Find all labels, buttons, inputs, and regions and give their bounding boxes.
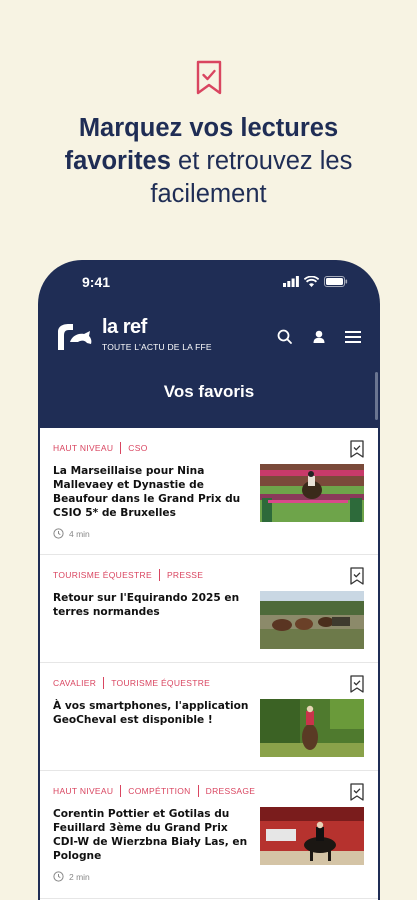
category-tag[interactable]: HAUT NIVEAU bbox=[53, 786, 113, 796]
list-item[interactable]: HAUT NIVEAU CSO La Marseillaise pour Nin… bbox=[40, 428, 378, 555]
clock-icon bbox=[53, 528, 64, 539]
category-tag[interactable]: PRESSE bbox=[167, 570, 203, 580]
category-tag[interactable]: CAVALIER bbox=[53, 678, 96, 688]
article-thumbnail[interactable] bbox=[260, 699, 364, 757]
bookmark-check-icon[interactable] bbox=[350, 567, 364, 585]
article-title[interactable]: À vos smartphones, l'application GeoChev… bbox=[53, 699, 260, 757]
promo-headline: Marquez vos lectures favorites et retrou… bbox=[64, 114, 353, 208]
bookmark-check-icon[interactable] bbox=[350, 440, 364, 458]
article-title[interactable]: Retour sur l'Equirando 2025 en terres no… bbox=[53, 591, 260, 649]
article-categories: CAVALIER TOURISME ÉQUESTRE bbox=[53, 677, 364, 689]
article-categories: HAUT NIVEAU COMPÉTITION DRESSAGE bbox=[53, 785, 364, 797]
article-thumbnail[interactable] bbox=[260, 464, 364, 522]
bookmark-check-icon bbox=[196, 60, 222, 95]
category-tag[interactable]: COMPÉTITION bbox=[128, 786, 190, 796]
list-item[interactable]: CAVALIER TOURISME ÉQUESTRE À vos smartph… bbox=[40, 663, 378, 771]
article-thumbnail[interactable] bbox=[260, 807, 364, 865]
article-categories: TOURISME ÉQUESTRE PRESSE bbox=[53, 569, 364, 581]
status-time: 9:41 bbox=[82, 274, 111, 290]
search-icon[interactable] bbox=[276, 328, 294, 346]
category-tag[interactable]: DRESSAGE bbox=[206, 786, 256, 796]
category-tag[interactable]: HAUT NIVEAU bbox=[53, 443, 113, 453]
page-title: Vos favoris bbox=[163, 382, 255, 401]
read-time: 4 min bbox=[53, 528, 364, 539]
app-logo-name: la ref bbox=[102, 316, 147, 338]
article-title[interactable]: Corentin Pottier et Gotilas du Feuillard… bbox=[53, 807, 260, 865]
menu-icon[interactable] bbox=[344, 328, 362, 346]
read-time: 2 min bbox=[53, 871, 364, 882]
list-item[interactable]: HAUT NIVEAU COMPÉTITION DRESSAGE Corenti… bbox=[40, 771, 378, 899]
article-thumbnail[interactable] bbox=[260, 591, 364, 649]
bookmark-check-icon[interactable] bbox=[350, 675, 364, 693]
app-tagline: TOUTE L'ACTU DE LA FFE bbox=[102, 342, 212, 352]
clock-icon bbox=[53, 871, 64, 882]
phone-mockup: 9:41 la ref TOUTE L'ACTU DE LA FFE Vos f… bbox=[38, 260, 380, 900]
wifi-icon bbox=[304, 276, 319, 287]
bookmark-check-icon[interactable] bbox=[350, 783, 364, 801]
article-categories: HAUT NIVEAU CSO bbox=[53, 442, 364, 454]
app-header: la ref TOUTE L'ACTU DE LA FFE bbox=[38, 316, 380, 368]
status-bar: 9:41 bbox=[38, 272, 380, 296]
scrollbar[interactable] bbox=[375, 372, 378, 420]
battery-icon bbox=[324, 276, 348, 287]
user-icon[interactable] bbox=[310, 328, 328, 346]
category-tag[interactable]: TOURISME ÉQUESTRE bbox=[53, 570, 152, 580]
horse-logo-icon[interactable] bbox=[54, 322, 94, 352]
category-tag[interactable]: TOURISME ÉQUESTRE bbox=[111, 678, 210, 688]
list-item[interactable]: TOURISME ÉQUESTRE PRESSE Retour sur l'Eq… bbox=[40, 555, 378, 663]
category-tag[interactable]: CSO bbox=[128, 443, 147, 453]
article-title[interactable]: La Marseillaise pour Nina Mallevaey et D… bbox=[53, 464, 260, 522]
signal-icon bbox=[283, 276, 299, 287]
favorites-list: HAUT NIVEAU CSO La Marseillaise pour Nin… bbox=[40, 428, 378, 900]
